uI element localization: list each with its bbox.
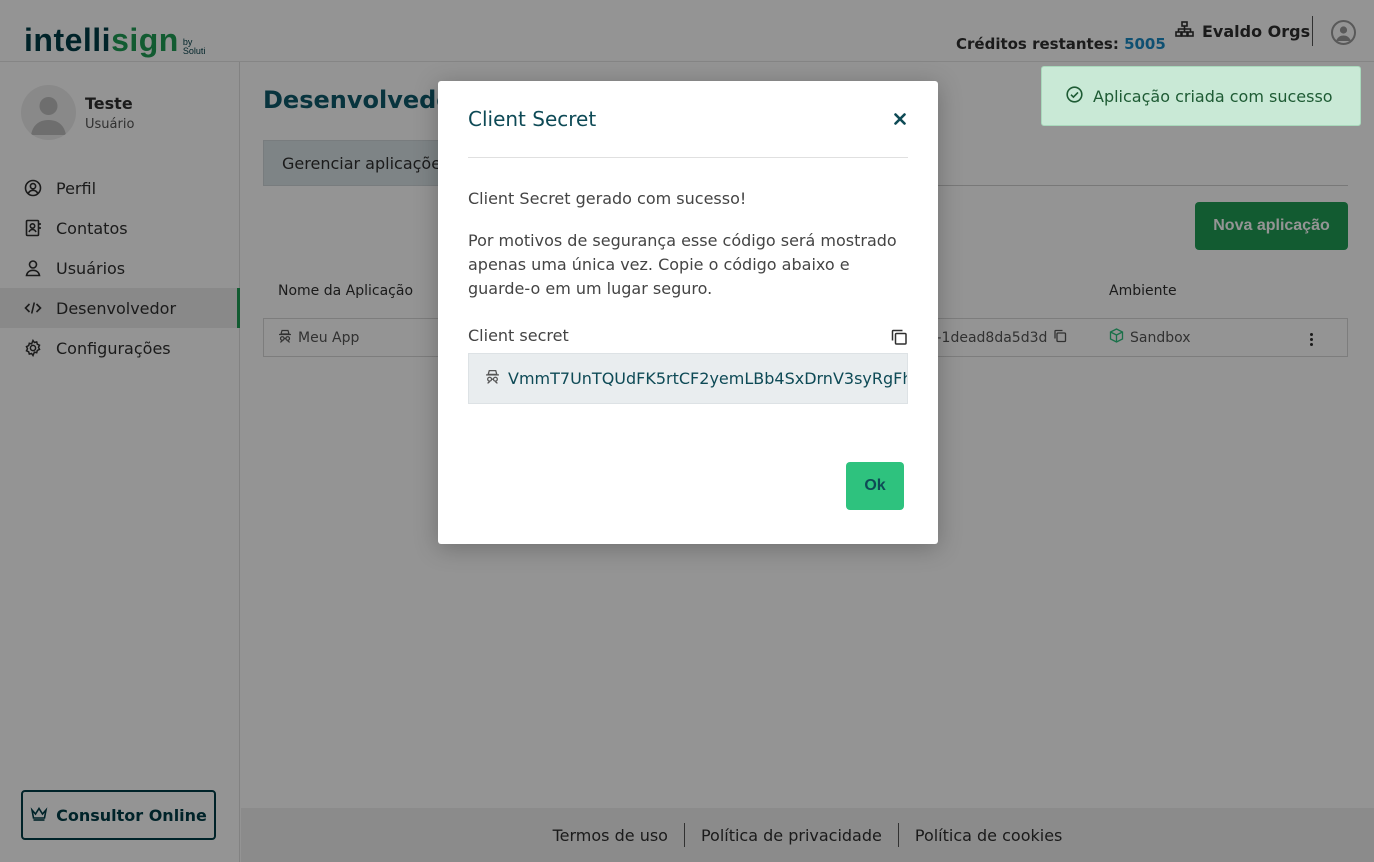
check-circle-icon bbox=[1066, 85, 1083, 107]
copy-icon[interactable] bbox=[890, 328, 908, 346]
client-secret-label: Client secret bbox=[468, 326, 569, 345]
client-secret-modal: Client Secret Client Secret gerado com s… bbox=[438, 81, 938, 544]
spy-icon bbox=[485, 369, 500, 388]
ok-button[interactable]: Ok bbox=[846, 462, 904, 510]
client-secret-field[interactable]: VmmT7UnTQUdFK5rtCF2yemLBb4SxDrnV3syRgFhH bbox=[468, 353, 908, 404]
close-icon[interactable] bbox=[890, 109, 910, 129]
modal-divider bbox=[468, 157, 908, 158]
toast-message: Aplicação criada com sucesso bbox=[1093, 86, 1333, 106]
client-secret-value: VmmT7UnTQUdFK5rtCF2yemLBb4SxDrnV3syRgFhH bbox=[508, 369, 908, 388]
modal-title: Client Secret bbox=[468, 107, 597, 131]
modal-security-message: Por motivos de segurança esse código ser… bbox=[468, 231, 897, 298]
success-toast[interactable]: Aplicação criada com sucesso bbox=[1041, 66, 1361, 126]
modal-success-message: Client Secret gerado com sucesso! bbox=[468, 189, 747, 208]
